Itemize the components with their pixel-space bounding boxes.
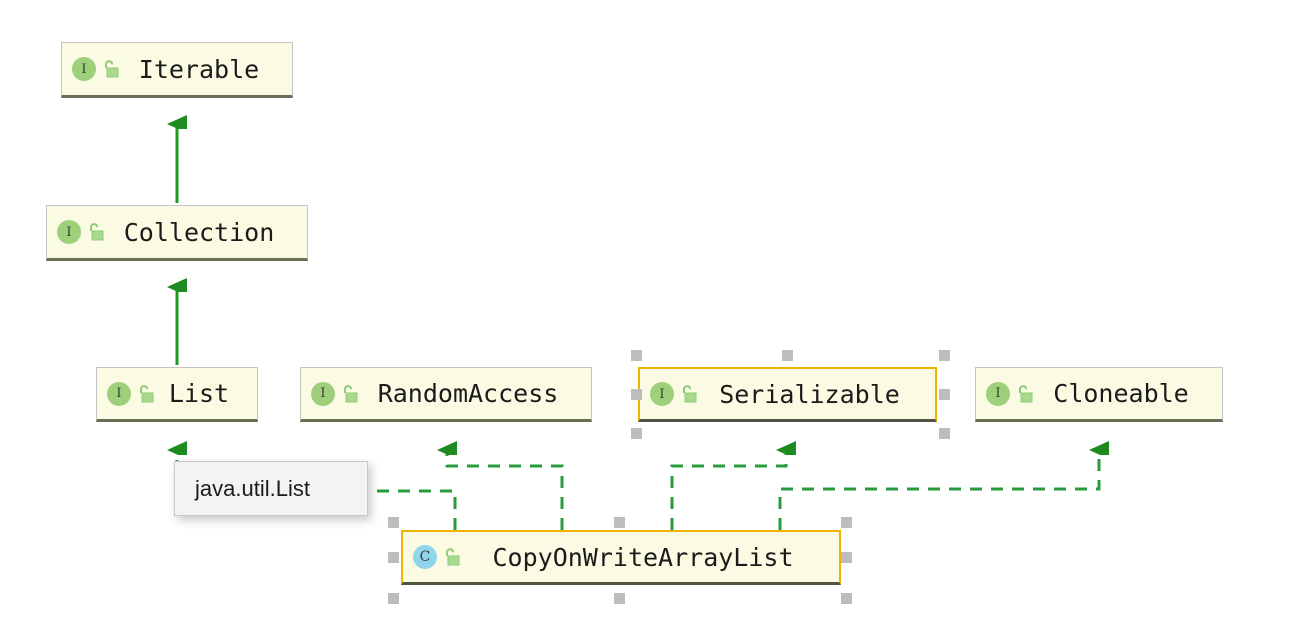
edge-cowal-to-serializable (670, 450, 786, 530)
uml-node-label: Iterable (138, 54, 260, 84)
unlocked-padlock-icon (137, 384, 155, 404)
uml-node-iterable[interactable]: I Iterable (61, 42, 293, 98)
selection-handle[interactable] (841, 552, 852, 563)
selection-handle[interactable] (388, 517, 399, 528)
selection-handle[interactable] (614, 593, 625, 604)
interface-icon: I (57, 220, 81, 244)
interface-icon: I (650, 382, 674, 406)
node-icons: C (403, 545, 461, 569)
diagram-canvas: I Iterable I Collection I List I RandomA… (0, 0, 1298, 634)
uml-node-list[interactable]: I List (96, 367, 258, 422)
uml-node-randomaccess[interactable]: I RandomAccess (300, 367, 592, 422)
tooltip-text: java.util.List (195, 475, 310, 501)
node-icons: I (301, 381, 359, 406)
uml-node-collection[interactable]: I Collection (46, 205, 308, 261)
uml-node-label: Serializable (719, 379, 900, 409)
unlocked-padlock-icon (341, 384, 359, 404)
selection-handle[interactable] (782, 350, 793, 361)
selection-handle[interactable] (631, 350, 642, 361)
selection-handle[interactable] (841, 593, 852, 604)
node-icons: I (97, 381, 155, 406)
tooltip-qualified-name: java.util.List (174, 461, 368, 516)
uml-node-label: CopyOnWriteArrayList (492, 542, 794, 572)
selection-handle[interactable] (841, 517, 852, 528)
interface-icon: I (72, 57, 96, 81)
uml-node-label: List (168, 379, 230, 408)
interface-icon: I (107, 381, 131, 406)
uml-node-label: Cloneable (1053, 379, 1189, 408)
uml-node-label: RandomAccess (377, 379, 559, 408)
selection-handle[interactable] (939, 350, 950, 361)
selection-handle[interactable] (939, 428, 950, 439)
uml-node-label: Collection (123, 217, 275, 247)
node-icons: I (976, 381, 1034, 406)
unlocked-padlock-icon (102, 59, 120, 79)
unlocked-padlock-icon (443, 547, 461, 567)
selection-handle[interactable] (631, 428, 642, 439)
selection-handle[interactable] (614, 517, 625, 528)
edge-cowal-to-cloneable (778, 450, 1099, 530)
interface-icon: I (311, 381, 335, 406)
node-icons: I (640, 382, 698, 406)
unlocked-padlock-icon (1016, 384, 1034, 404)
unlocked-padlock-icon (87, 222, 105, 242)
uml-node-serializable[interactable]: I Serializable (638, 367, 937, 422)
selection-handle[interactable] (939, 389, 950, 400)
edge-cowal-to-randomaccess (447, 450, 564, 530)
interface-icon: I (986, 381, 1010, 406)
node-icons: I (62, 57, 120, 81)
uml-node-copyonwritearraylist[interactable]: C CopyOnWriteArrayList (401, 530, 841, 585)
class-icon: C (413, 545, 437, 569)
uml-node-cloneable[interactable]: I Cloneable (975, 367, 1223, 422)
unlocked-padlock-icon (680, 384, 698, 404)
selection-handle[interactable] (388, 593, 399, 604)
selection-handle[interactable] (388, 552, 399, 563)
node-icons: I (47, 220, 105, 244)
selection-handle[interactable] (631, 389, 642, 400)
